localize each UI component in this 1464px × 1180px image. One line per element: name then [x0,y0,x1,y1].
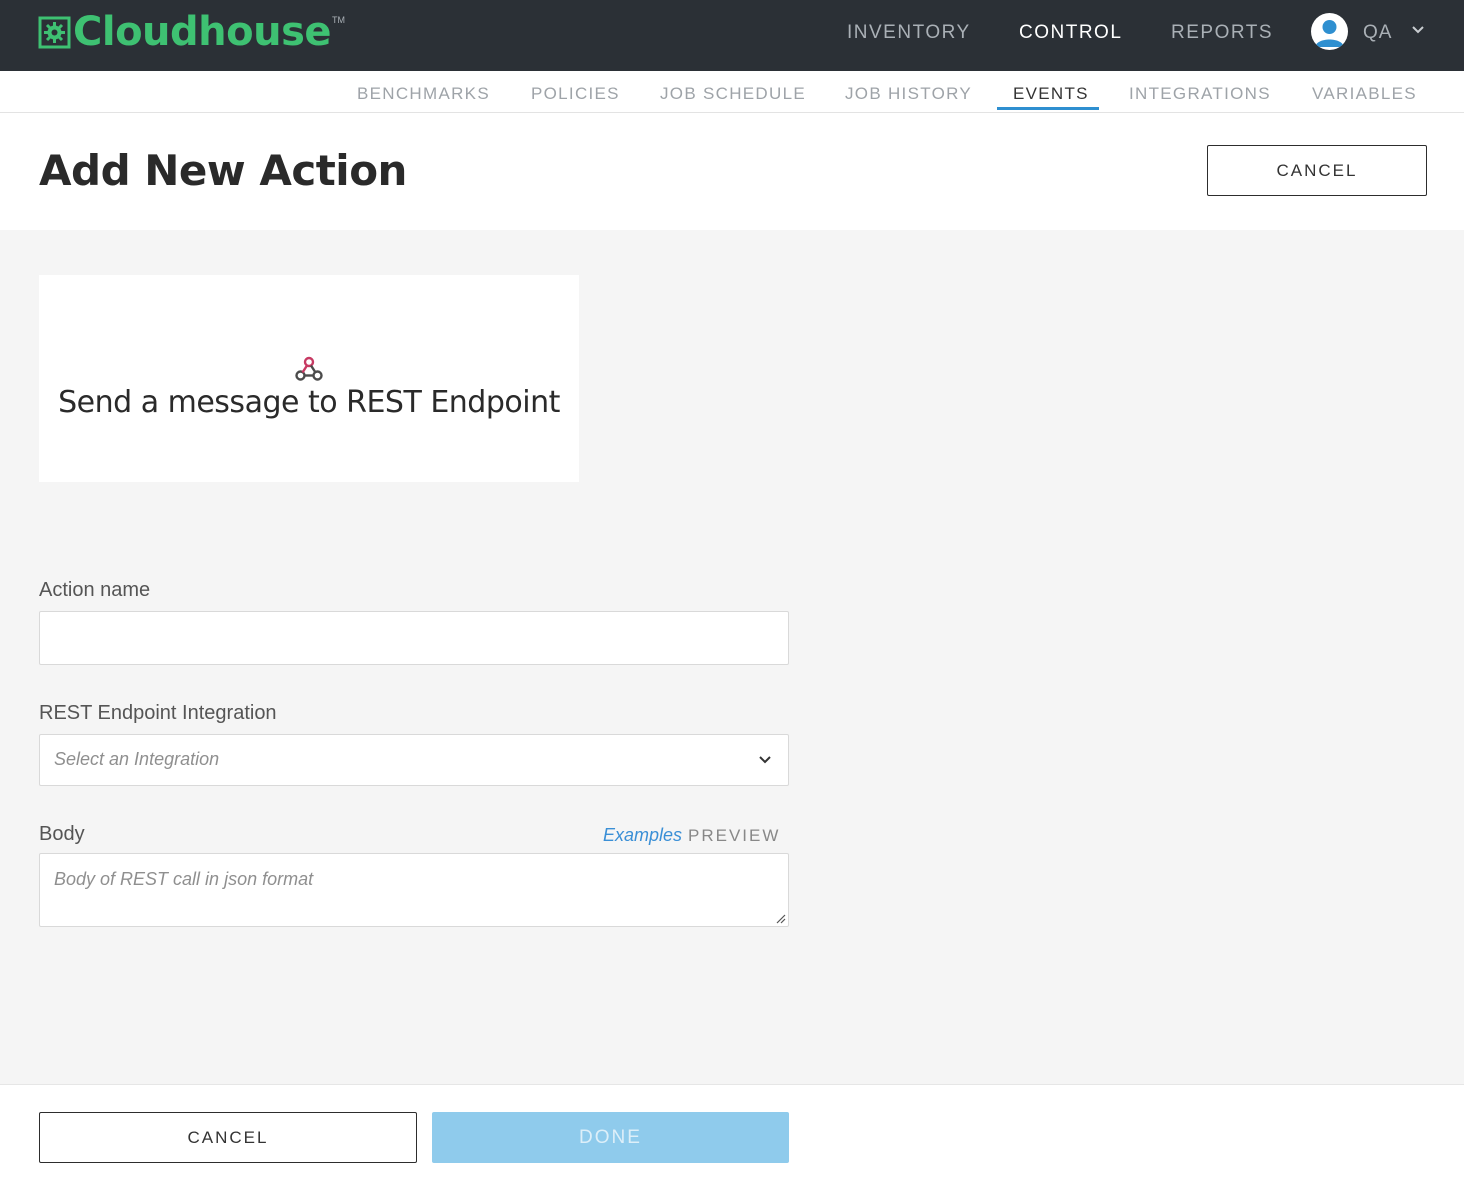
webhook-icon [295,356,323,381]
body-label: Body [39,823,85,845]
active-tab-indicator [997,107,1099,110]
tab-variables[interactable]: VARIABLES [1312,84,1417,104]
chevron-down-icon [759,756,771,764]
action-type-title: Send a message to REST Endpoint [58,384,560,420]
action-name-label: Action name [39,579,151,601]
chevron-down-icon [1412,26,1424,34]
top-navigation-bar: Cloudhouse TM INVENTORY CONTROL REPORTS … [0,0,1464,71]
header-cancel-button[interactable]: CANCEL [1207,145,1427,196]
gear-logo-icon [38,16,71,48]
nav-inventory[interactable]: INVENTORY [847,22,971,44]
sub-navigation: BENCHMARKS POLICIES JOB SCHEDULE JOB HIS… [0,71,1464,113]
tab-job-schedule[interactable]: JOB SCHEDULE [660,84,806,104]
cloudhouse-logo[interactable]: Cloudhouse TM [38,9,345,55]
examples-link[interactable]: Examples [603,825,682,846]
user-name: QA [1363,22,1393,43]
tab-policies[interactable]: POLICIES [531,84,620,104]
integration-placeholder: Select an Integration [54,749,220,769]
integration-select[interactable]: Select an Integration [39,734,789,786]
action-name-input[interactable] [39,611,789,665]
tab-integrations[interactable]: INTEGRATIONS [1129,84,1271,104]
footer-cancel-button[interactable]: CANCEL [39,1112,417,1163]
resize-handle-icon[interactable] [776,914,786,924]
footer-actions: CANCEL DONE [0,1084,1464,1180]
page-header: Add New Action CANCEL [0,113,1464,230]
nav-reports[interactable]: REPORTS [1171,22,1273,44]
action-type-card: Send a message to REST Endpoint [39,275,579,482]
brand-name: Cloudhouse [73,9,332,55]
nav-control[interactable]: CONTROL [1019,22,1122,44]
tab-benchmarks[interactable]: BENCHMARKS [357,84,490,104]
body-textarea[interactable]: Body of REST call in json format [39,853,789,927]
body-placeholder: Body of REST call in json format [54,869,314,889]
user-menu[interactable]: QA [1311,13,1431,53]
integration-label: REST Endpoint Integration [39,702,277,724]
done-button[interactable]: DONE [432,1112,789,1163]
user-avatar-icon [1311,13,1348,50]
preview-button[interactable]: PREVIEW [688,826,780,846]
page-title: Add New Action [39,146,407,195]
tab-events[interactable]: EVENTS [1013,84,1089,104]
trademark: TM [332,15,346,25]
tab-job-history[interactable]: JOB HISTORY [845,84,972,104]
